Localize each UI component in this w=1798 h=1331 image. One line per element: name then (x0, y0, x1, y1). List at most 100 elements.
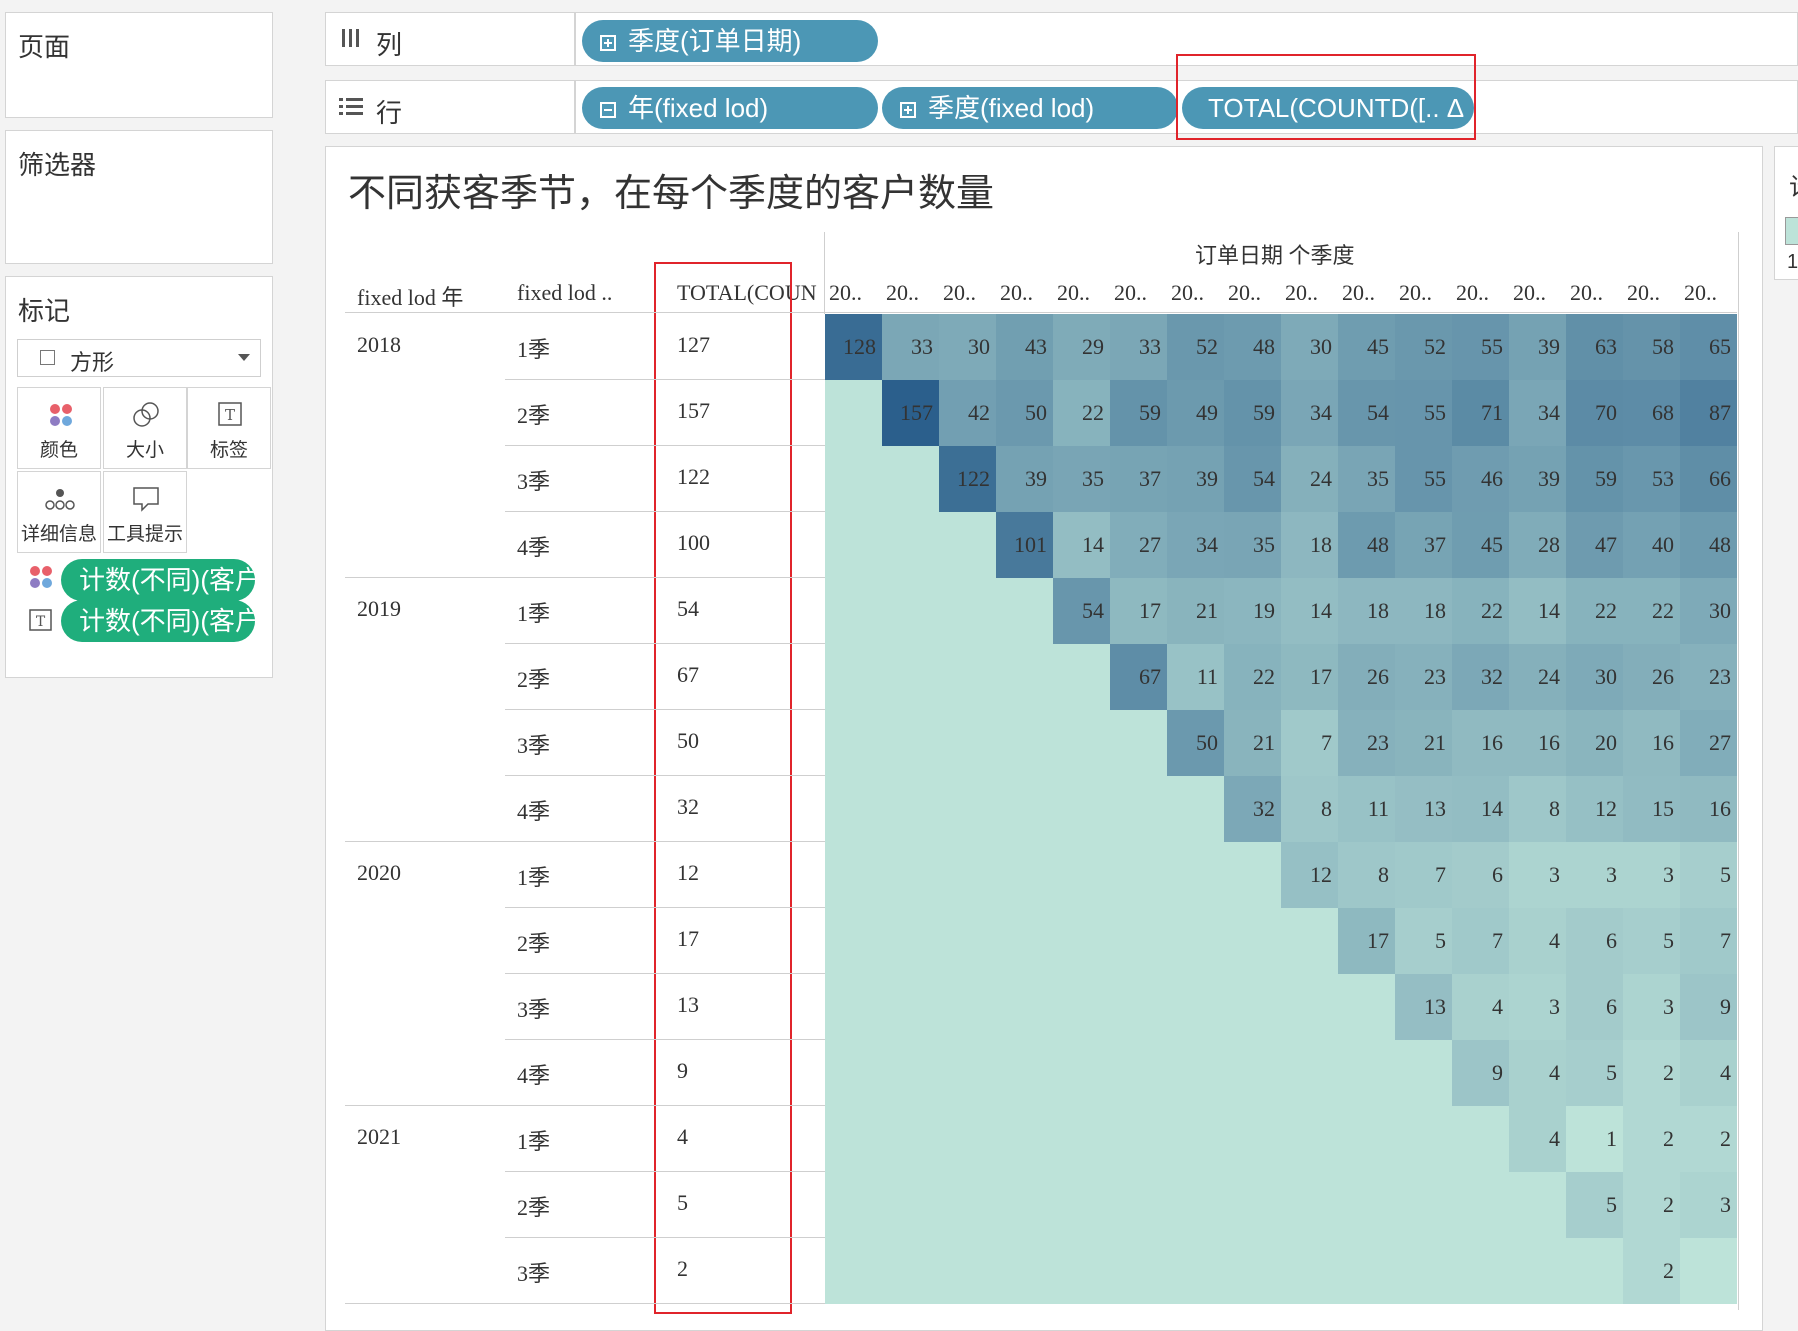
heatmap-cell: 5 (1680, 842, 1737, 908)
tooltip-button[interactable]: 工具提示 (103, 471, 187, 553)
heatmap-cell: 42 (939, 380, 996, 446)
heatmap-cell: 55 (1395, 380, 1452, 446)
heatmap-cell: 16 (1680, 776, 1737, 842)
heatmap-cell: 16 (1452, 710, 1509, 776)
color-field-pill[interactable]: 计数(不同)(客户.. (61, 559, 255, 601)
heatmap-cell: 39 (1509, 446, 1566, 512)
legend-card[interactable]: 计 1 (1774, 146, 1798, 280)
heatmap-cell: 14 (1053, 512, 1110, 578)
total-value: 122 (677, 464, 710, 489)
heatmap-cell: 87 (1680, 380, 1737, 446)
expand-icon[interactable] (900, 102, 916, 118)
column-label: 20.. (1456, 280, 1489, 305)
heatmap-cell: 48 (1338, 512, 1395, 578)
heatmap-cell: 37 (1110, 446, 1167, 512)
row-divider (505, 775, 825, 776)
total-value: 50 (677, 728, 699, 753)
column-header-title: 订单日期 个季度 (1195, 243, 1355, 268)
detail-button[interactable]: 详细信息 (17, 471, 101, 553)
heatmap-cell: 13 (1395, 776, 1452, 842)
heatmap-cell: 15 (1623, 776, 1680, 842)
heatmap-cell: 35 (1338, 446, 1395, 512)
color-button[interactable]: 颜色 (17, 387, 101, 469)
year-label: 2021 (357, 1124, 401, 1149)
quarter-label: 2季 (517, 667, 551, 692)
column-label: 20.. (943, 280, 976, 305)
column-label: 20.. (1228, 280, 1261, 305)
heatmap-cell: 70 (1566, 380, 1623, 446)
heatmap-cell: 2 (1623, 1106, 1680, 1172)
heatmap-cell: 71 (1452, 380, 1509, 446)
heatmap-cell: 5 (1566, 1040, 1623, 1106)
heatmap-cell: 3 (1623, 842, 1680, 908)
quarter-label: 1季 (517, 1129, 551, 1154)
heatmap-cell: 59 (1110, 380, 1167, 446)
quarter-label: 3季 (517, 733, 551, 758)
heatmap-cell: 9 (1680, 974, 1737, 1040)
heatmap-cell: 55 (1452, 314, 1509, 380)
collapse-icon[interactable] (600, 102, 616, 118)
legend-value: 1 (1787, 251, 1798, 273)
heatmap-cell: 37 (1395, 512, 1452, 578)
heatmap-cell: 3 (1509, 974, 1566, 1040)
heatmap-cell: 16 (1509, 710, 1566, 776)
row-divider (505, 379, 825, 380)
svg-text:T: T (36, 614, 46, 630)
row-pill-quarter-fixed-lod[interactable]: 季度(fixed lod) (882, 87, 1178, 129)
label-field-pill[interactable]: 计数(不同)(客户.. (61, 600, 255, 642)
row-header-quarter[interactable]: fixed lod .. (517, 280, 612, 306)
heatmap-cell: 45 (1338, 314, 1395, 380)
heatmap-cell: 54 (1338, 380, 1395, 446)
column-label: 20.. (1684, 280, 1717, 305)
quarter-label: 3季 (517, 1261, 551, 1286)
heatmap-cell: 21 (1224, 710, 1281, 776)
heatmap-cell: 4 (1680, 1040, 1737, 1106)
row-divider (505, 643, 825, 644)
columns-shelf-label: 列 (325, 12, 575, 66)
heatmap-cell: 12 (1566, 776, 1623, 842)
heatmap-cell: 18 (1338, 578, 1395, 644)
heatmap-cell: 14 (1452, 776, 1509, 842)
expand-icon[interactable] (600, 35, 616, 51)
row-pill-label: 季度(fixed lod) (928, 93, 1095, 123)
color-dots-icon (30, 566, 52, 588)
row-pill-year-fixed-lod[interactable]: 年(fixed lod) (582, 87, 878, 129)
header-bottom-line (345, 312, 1737, 313)
heatmap-cell: 5 (1566, 1172, 1623, 1238)
column-label: 20.. (829, 280, 862, 305)
filters-card[interactable]: 筛选器 (5, 130, 273, 264)
heatmap-cell: 32 (1452, 644, 1509, 710)
heatmap-cell: 35 (1053, 446, 1110, 512)
row-header-year[interactable]: fixed lod 年 (357, 280, 463, 312)
size-button[interactable]: 大小 (103, 387, 187, 469)
column-label: 20.. (1000, 280, 1033, 305)
heatmap-cell: 3 (1680, 1172, 1737, 1238)
column-pill-label: 季度(订单日期) (628, 26, 802, 56)
label-button[interactable]: T 标签 (187, 387, 271, 469)
heatmap-cell: 14 (1281, 578, 1338, 644)
heatmap-cell: 27 (1680, 710, 1737, 776)
heatmap-cell: 101 (996, 512, 1053, 578)
heatmap-cell: 47 (1566, 512, 1623, 578)
pages-card[interactable]: 页面 (5, 12, 273, 118)
heatmap-cell: 40 (1623, 512, 1680, 578)
quarter-label: 1季 (517, 865, 551, 890)
heatmap-cell: 8 (1281, 776, 1338, 842)
total-value: 17 (677, 926, 699, 951)
heatmap-cell: 23 (1395, 644, 1452, 710)
heatmap-cell: 23 (1680, 644, 1737, 710)
quarter-label: 4季 (517, 799, 551, 824)
heatmap-cell: 1 (1566, 1106, 1623, 1172)
mark-type-dropdown[interactable]: 方形 (17, 339, 261, 377)
heatmap-cell: 16 (1623, 710, 1680, 776)
total-value: 12 (677, 860, 699, 885)
heatmap-cell: 59 (1566, 446, 1623, 512)
rows-shelf-title: 行 (376, 98, 403, 128)
chevron-down-icon[interactable] (238, 354, 250, 361)
heatmap-cell: 34 (1167, 512, 1224, 578)
column-label: 20.. (1627, 280, 1660, 305)
heatmap-cell: 6 (1566, 908, 1623, 974)
heatmap-cell: 29 (1053, 314, 1110, 380)
quarter-label: 2季 (517, 931, 551, 956)
column-pill-quarter-order-date[interactable]: 季度(订单日期) (582, 20, 878, 62)
